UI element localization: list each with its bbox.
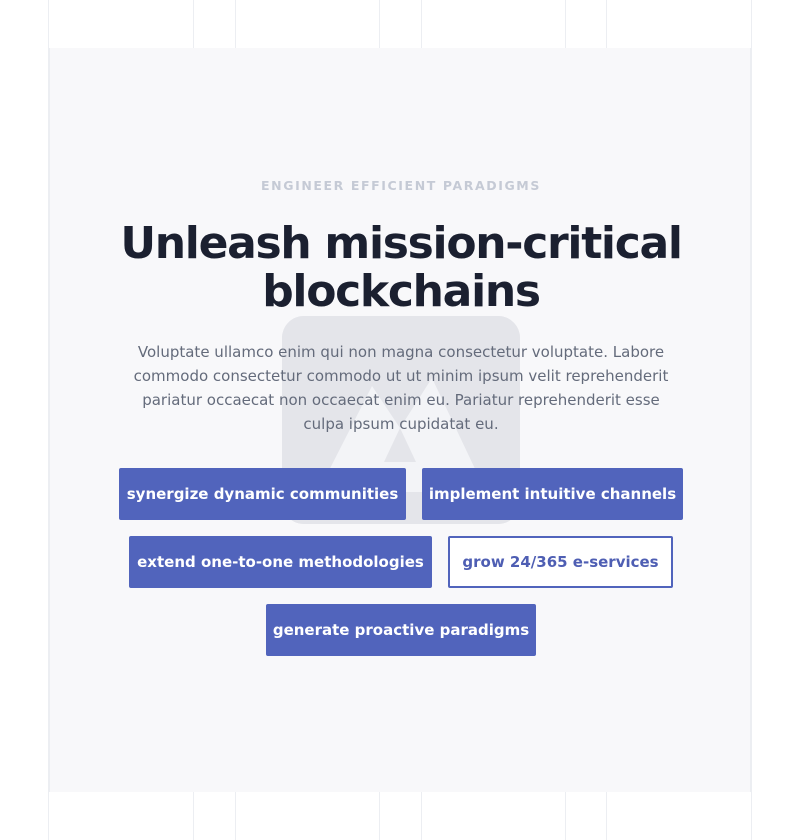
implement-channels-button[interactable]: implement intuitive channels (422, 468, 683, 520)
synergize-communities-button[interactable]: synergize dynamic communities (119, 468, 406, 520)
page: ENGINEER EFFICIENT PARADIGMS Unleash mis… (0, 0, 800, 840)
grow-e-services-button[interactable]: grow 24/365 e-services (448, 536, 673, 588)
extend-methodologies-button[interactable]: extend one-to-one methodologies (129, 536, 432, 588)
grid-line (751, 0, 752, 840)
hero-section: ENGINEER EFFICIENT PARADIGMS Unleash mis… (49, 48, 751, 792)
eyebrow-text: ENGINEER EFFICIENT PARADIGMS (261, 178, 541, 193)
lead-paragraph: Voluptate ullamco enim qui non magna con… (133, 343, 669, 433)
generate-paradigms-button[interactable]: generate proactive paradigms (266, 604, 536, 656)
page-title: Unleash mission-critical blockchains (120, 218, 683, 317)
